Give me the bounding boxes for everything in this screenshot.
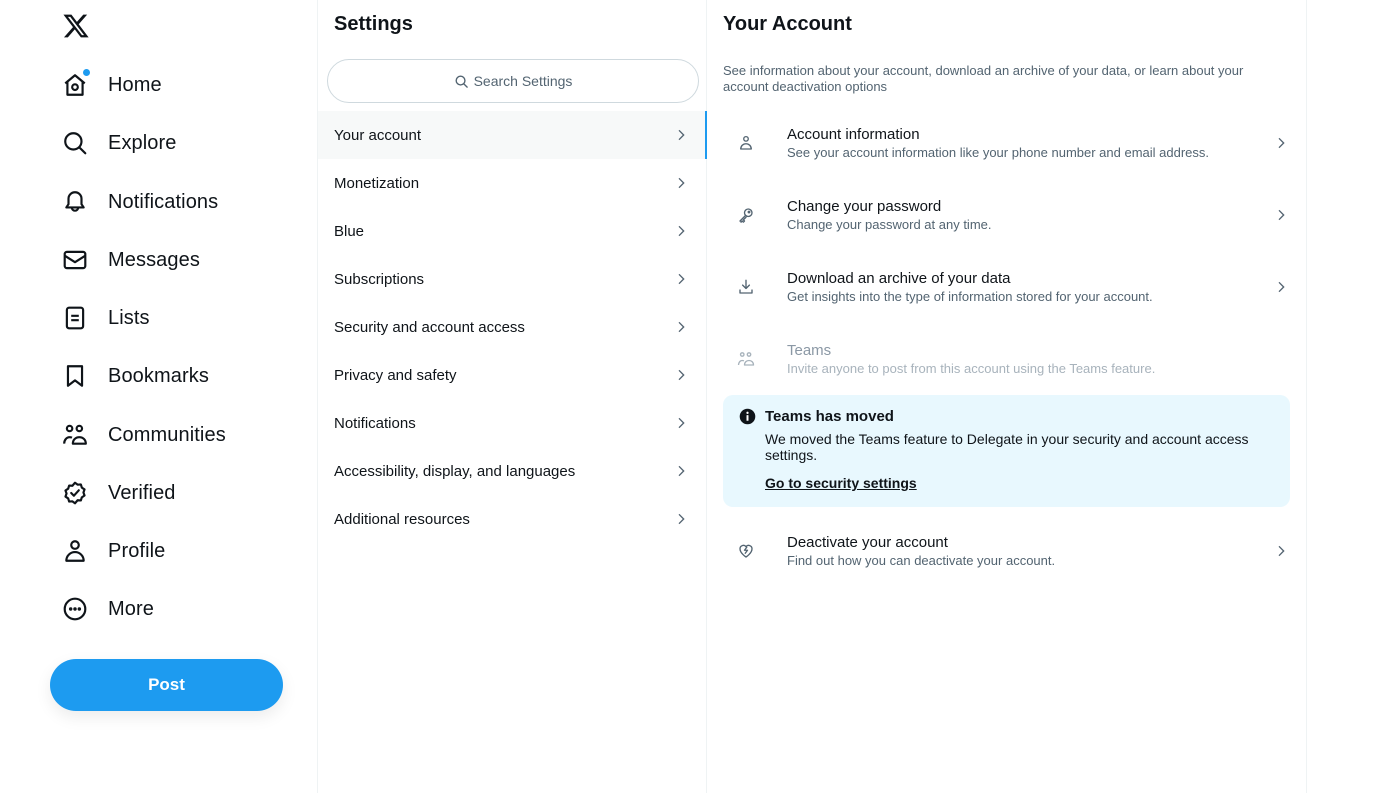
option-subtitle: See your account information like your p… [787, 144, 1210, 160]
option-subtitle: Find out how you can deactivate your acc… [787, 552, 1056, 568]
settings-item-label: Accessibility, display, and languages [334, 462, 576, 480]
option-title: Change your password [787, 197, 942, 215]
nav-label: Messages [108, 248, 200, 271]
option-subtitle: Change your password at any time. [787, 216, 992, 232]
nav-label: Home [108, 73, 162, 96]
communities-icon [62, 422, 88, 448]
settings-item-monetization[interactable]: Monetization [318, 159, 707, 207]
chevron-right-icon [678, 225, 685, 237]
settings-item-blue[interactable]: Blue [318, 207, 707, 255]
settings-item-security[interactable]: Security and account access [318, 303, 707, 351]
nav-label: Bookmarks [108, 364, 209, 387]
chevron-right-icon [678, 129, 685, 141]
option-subtitle: Get insights into the type of informatio… [787, 288, 1153, 304]
nav-label: Profile [108, 539, 166, 562]
chevron-right-icon [1278, 545, 1285, 557]
broken-heart-icon [736, 541, 756, 561]
search-placeholder: Search Settings [473, 73, 573, 89]
search-icon [455, 75, 468, 88]
info-icon [739, 408, 756, 425]
option-title: Download an archive of your data [787, 269, 1011, 287]
settings-item-label: Notifications [334, 414, 416, 432]
nav-item-verified[interactable]: Verified [50, 468, 188, 518]
settings-panel: Settings Search Settings Your account Mo… [317, 0, 707, 793]
settings-item-label: Subscriptions [334, 270, 425, 288]
settings-item-label: Monetization [334, 174, 420, 192]
download-icon [736, 277, 756, 297]
settings-title: Settings [334, 13, 413, 35]
settings-item-additional-resources[interactable]: Additional resources [318, 495, 707, 543]
option-subtitle: Invite anyone to post from this account … [787, 360, 1156, 376]
your-account-panel: Your Account See information about your … [707, 0, 1307, 793]
teams-moved-notice: Teams has moved We moved the Teams featu… [723, 395, 1290, 507]
chevron-right-icon [678, 177, 685, 189]
option-deactivate-account[interactable]: Deactivate your account Find out how you… [707, 519, 1307, 583]
envelope-icon [62, 247, 88, 273]
verified-badge-icon [62, 480, 88, 506]
nav-item-explore[interactable]: Explore [50, 118, 189, 168]
option-title: Account information [787, 125, 920, 143]
nav-label: Lists [108, 306, 150, 329]
search-settings-input[interactable]: Search Settings [327, 59, 699, 103]
notice-title: Teams has moved [765, 408, 894, 425]
more-circle-icon [62, 596, 88, 622]
nav-label: More [108, 597, 154, 620]
home-icon [62, 69, 90, 98]
x-logo-icon[interactable] [62, 12, 90, 40]
nav-item-bookmarks[interactable]: Bookmarks [50, 351, 221, 401]
option-teams: Teams Invite anyone to post from this ac… [707, 327, 1307, 391]
settings-item-accessibility[interactable]: Accessibility, display, and languages [318, 447, 707, 495]
nav-item-communities[interactable]: Communities [50, 410, 238, 460]
settings-item-your-account[interactable]: Your account [318, 111, 707, 159]
settings-item-notifications[interactable]: Notifications [318, 399, 707, 447]
page-title: Your Account [723, 13, 852, 35]
primary-nav: Home Explore Notifications Messages List… [0, 0, 317, 793]
nav-label: Verified [108, 481, 176, 504]
nav-label: Communities [108, 423, 226, 446]
notice-body: We moved the Teams feature to Delegate i… [765, 431, 1249, 463]
nav-item-more[interactable]: More [50, 584, 166, 634]
chevron-right-icon [678, 369, 685, 381]
settings-item-label: Additional resources [334, 510, 470, 528]
person-icon [736, 133, 756, 153]
settings-item-label: Blue [334, 222, 365, 240]
chevron-right-icon [1278, 209, 1285, 221]
settings-item-privacy[interactable]: Privacy and safety [318, 351, 707, 399]
settings-item-label: Privacy and safety [334, 366, 457, 384]
option-title: Teams [787, 341, 832, 359]
chevron-right-icon [678, 465, 685, 477]
notification-dot [83, 69, 90, 76]
list-icon [62, 305, 88, 331]
settings-item-label: Security and account access [334, 318, 525, 336]
nav-item-lists[interactable]: Lists [50, 293, 162, 343]
nav-item-home[interactable]: Home [50, 60, 174, 110]
post-button[interactable]: Post [50, 659, 283, 711]
settings-menu: Your account Monetization Blue Subscript… [318, 111, 707, 543]
search-icon [62, 130, 88, 156]
chevron-right-icon [678, 513, 685, 525]
chevron-right-icon [678, 273, 685, 285]
option-change-password[interactable]: Change your password Change your passwor… [707, 183, 1307, 247]
chevron-right-icon [678, 321, 685, 333]
chevron-right-icon [1278, 281, 1285, 293]
bookmark-icon [62, 363, 88, 389]
person-icon [62, 538, 88, 564]
nav-label: Notifications [108, 190, 219, 213]
bell-icon [62, 189, 88, 215]
nav-item-messages[interactable]: Messages [50, 235, 212, 285]
option-download-archive[interactable]: Download an archive of your data Get ins… [707, 255, 1307, 319]
nav-item-notifications[interactable]: Notifications [50, 177, 230, 227]
teams-icon [736, 349, 756, 369]
settings-item-subscriptions[interactable]: Subscriptions [318, 255, 707, 303]
nav-label: Explore [108, 131, 177, 154]
settings-item-label: Your account [334, 126, 422, 144]
go-to-security-settings-link[interactable]: Go to security settings [765, 475, 917, 491]
nav-item-profile[interactable]: Profile [50, 526, 177, 576]
key-icon [736, 205, 756, 225]
option-title: Deactivate your account [787, 533, 948, 551]
chevron-right-icon [1278, 137, 1285, 149]
page-description: See information about your account, down… [723, 63, 1244, 94]
option-account-information[interactable]: Account information See your account inf… [707, 111, 1307, 175]
chevron-right-icon [678, 417, 685, 429]
